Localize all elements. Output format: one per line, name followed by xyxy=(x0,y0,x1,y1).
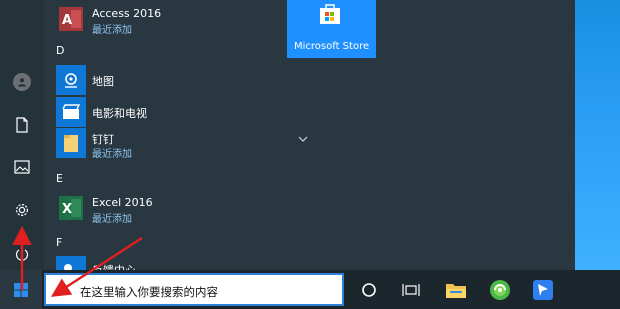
group-letter-e[interactable]: E xyxy=(56,172,63,185)
chevron-down-icon[interactable] xyxy=(298,128,308,147)
recently-added-label: 最近添加 xyxy=(92,25,132,36)
taskbar: 在这里输入你要搜索的内容 xyxy=(0,270,620,309)
microsoft-store-tile[interactable]: Microsoft Store xyxy=(287,0,376,58)
search-box[interactable]: 在这里输入你要搜索的内容 xyxy=(44,273,344,306)
search-placeholder: 在这里输入你要搜索的内容 xyxy=(80,285,218,299)
file-explorer-icon[interactable] xyxy=(443,277,469,303)
tile-label: Microsoft Store xyxy=(294,41,370,52)
excel-icon: X xyxy=(56,193,86,223)
cortana-icon[interactable] xyxy=(356,277,382,303)
recently-added-label: 最近添加 xyxy=(92,214,132,225)
task-view-icon[interactable] xyxy=(398,277,424,303)
feishu-icon[interactable] xyxy=(530,277,556,303)
app-dingtalk[interactable]: 钉钉 最近添加 xyxy=(56,128,276,160)
start-menu: A Access 2016 最近添加 D 地图 电影和电视 钉钉 最近添加 E xyxy=(0,0,575,270)
svg-text:A: A xyxy=(62,13,72,28)
app-access-2016[interactable]: A Access 2016 最近添加 xyxy=(56,4,276,36)
app-feedback-hub[interactable]: 反馈中心 xyxy=(56,256,276,270)
app-list: A Access 2016 最近添加 D 地图 电影和电视 钉钉 最近添加 E xyxy=(44,0,308,270)
pictures-icon[interactable] xyxy=(8,153,36,181)
app-label: 电影和电视 xyxy=(92,107,147,120)
group-letter-f[interactable]: F xyxy=(56,236,62,249)
movies-tv-icon xyxy=(56,97,86,127)
windows-logo-icon xyxy=(14,282,28,297)
app-label: 地图 xyxy=(92,75,114,88)
svg-text:X: X xyxy=(62,202,72,217)
recently-added-label: 最近添加 xyxy=(92,149,132,160)
app-maps[interactable]: 地图 xyxy=(56,65,276,95)
app-excel-2016[interactable]: X Excel 2016 最近添加 xyxy=(56,193,276,225)
access-icon: A xyxy=(56,4,86,34)
app-label: Access 2016 xyxy=(92,7,162,20)
start-button[interactable] xyxy=(0,270,42,309)
app-movies-tv[interactable]: 电影和电视 xyxy=(56,97,276,127)
group-letter-d[interactable]: D xyxy=(56,44,64,57)
maps-icon xyxy=(56,65,86,95)
folder-icon xyxy=(56,128,86,158)
feedback-hub-icon xyxy=(56,256,86,270)
store-bag-icon xyxy=(317,2,343,30)
settings-icon[interactable] xyxy=(8,196,36,224)
desktop-background xyxy=(575,0,620,270)
app-label: 反馈中心 xyxy=(92,262,136,270)
user-icon[interactable] xyxy=(8,68,36,96)
start-rail xyxy=(0,0,44,270)
browser-icon[interactable] xyxy=(487,277,513,303)
power-icon[interactable] xyxy=(8,240,36,268)
app-label: Excel 2016 xyxy=(92,196,153,209)
document-icon[interactable] xyxy=(8,111,36,139)
